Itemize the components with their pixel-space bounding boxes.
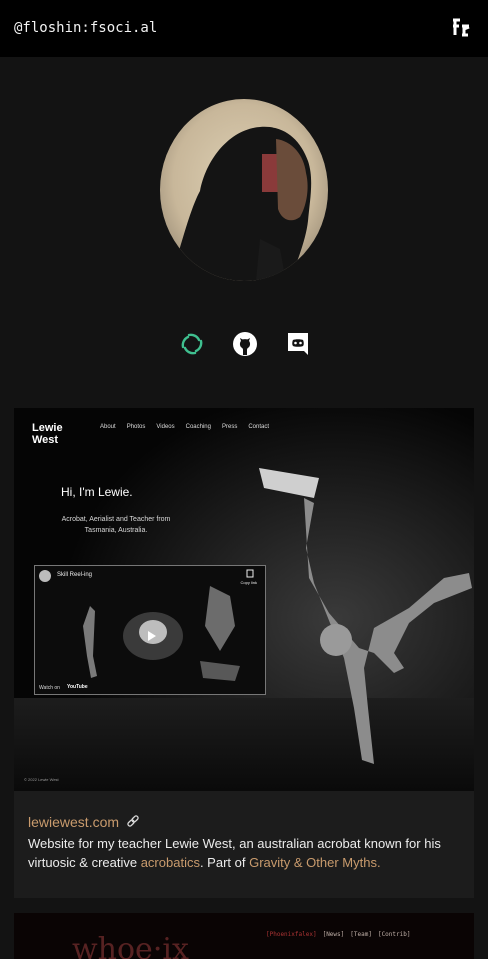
next-nav-item: [Team] [350,931,372,938]
profile-avatar [160,99,328,281]
project-description: Website for my teacher Lewie West, an au… [28,834,468,872]
gravity-other-myths-link[interactable]: Gravity & Other Myths. [249,855,380,870]
embedded-video: Skill Reel-ing Copy link Watch on YouTub… [34,565,266,695]
next-nav-item: [Contrib] [377,931,411,938]
site-hero-subtitle: Acrobat, Aerialist and Teacher from Tasm… [61,516,171,534]
discord-icon[interactable] [285,331,311,357]
user-handle[interactable]: @floshin:fsoci.al [14,20,157,36]
site-nav-item: About [100,424,116,430]
site-copyright: © 2022 Lewie West [24,777,59,782]
site-nav: About Photos Videos Coaching Press Conta… [100,424,269,430]
site-nav-item: Videos [156,424,175,430]
site-nav-item: Photos [126,424,146,430]
github-icon[interactable] [232,331,258,357]
next-project-card[interactable]: whoe·ix [Phoenixfalex] [News] [Team] [Co… [14,913,474,959]
svg-text:whoe·ix: whoe·ix [72,932,189,959]
project-title-link[interactable]: lewiewest.com [28,814,119,830]
site-nav-item: Coaching [185,424,211,430]
next-nav-item: [Phoenixfalex] [266,931,317,938]
description-text: . Part of [199,855,250,870]
youtube-logo: YouTube [67,684,88,690]
next-nav-item: [News] [322,931,345,938]
site-nav-item: Contact [248,424,270,430]
video-title: Skill Reel-ing [57,572,93,578]
element-matrix-icon[interactable] [179,331,205,357]
acrobatics-link[interactable]: acrobatics [141,855,200,870]
project-card[interactable]: Lewie West About Photos Videos Coaching … [14,408,474,898]
site-brand: Lewie West [32,422,63,446]
next-project-nav: [Phoenixfalex] [News] [Team] [Contrib] [266,931,410,938]
project-preview-screenshot[interactable]: Lewie West About Photos Videos Coaching … [14,408,474,791]
site-hero-title: Hi, I'm Lewie. [61,485,133,499]
video-copy-link: Copy link [240,580,257,585]
top-bar: @floshin:fsoci.al [0,0,488,57]
chain-link-icon [126,815,140,829]
video-watch-on: Watch on [39,685,60,691]
fr-monogram-icon[interactable] [450,16,472,38]
site-nav-item: Press [221,424,238,430]
